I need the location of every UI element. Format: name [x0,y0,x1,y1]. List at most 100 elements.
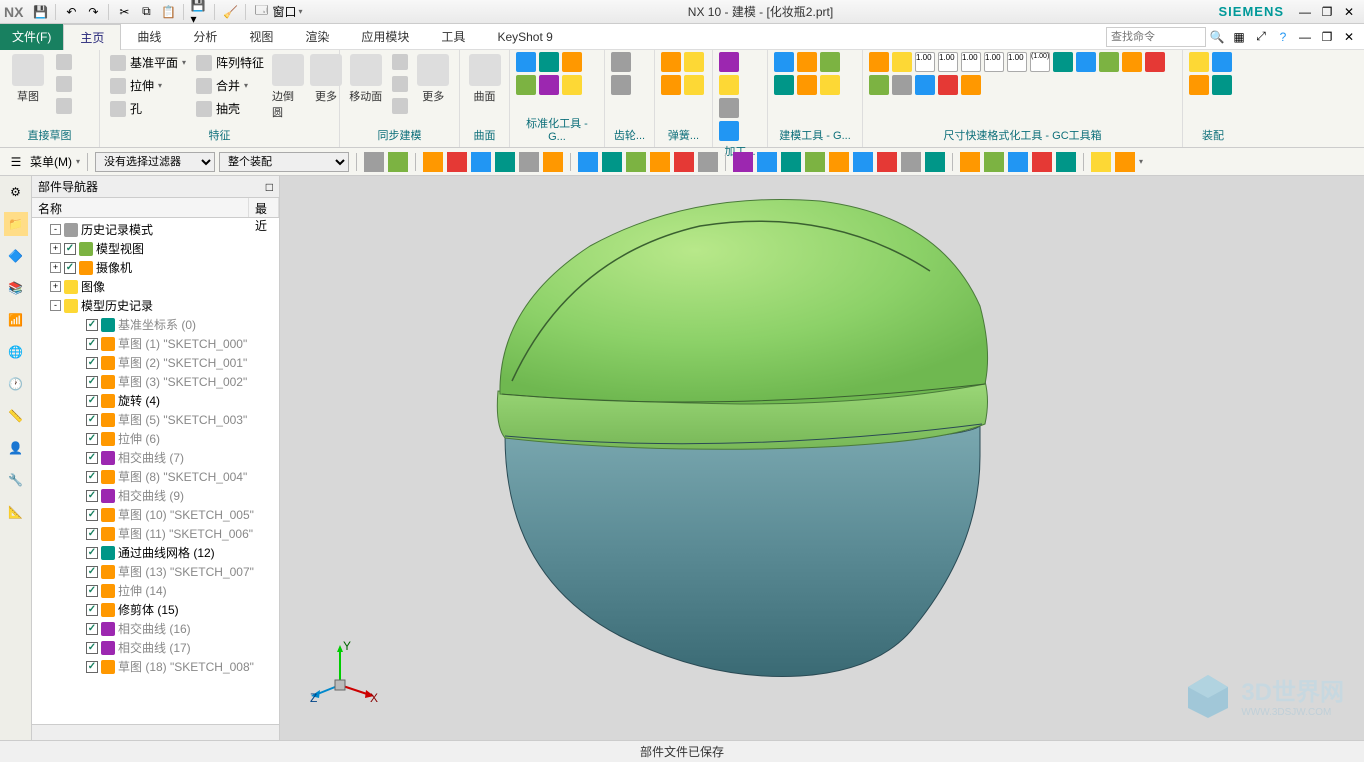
checkbox[interactable] [86,338,98,350]
tree-item[interactable]: 草图 (2) "SKETCH_001" [32,353,279,372]
window-label[interactable]: 窗口 [272,3,296,20]
col-recent[interactable]: 最近 [249,198,279,217]
drafting-icon[interactable]: 📐 [4,500,28,524]
paste-icon[interactable]: 📋 [159,3,177,21]
search-icon[interactable]: 🔍 [1207,27,1227,47]
expand-icon[interactable]: + [50,243,61,254]
checkbox[interactable] [86,433,98,445]
system-icon[interactable]: 🔧 [4,468,28,492]
viewport[interactable]: Y X Z 3D世界网 WWW.3DSJW.COM [280,176,1364,740]
shell[interactable]: 抽壳 [192,98,268,119]
roles-icon[interactable]: 👤 [4,436,28,460]
checkbox[interactable] [86,509,98,521]
checkbox[interactable] [86,414,98,426]
checkbox[interactable] [86,452,98,464]
window-icon[interactable]: 🗔 [252,3,270,21]
surface-button[interactable]: 曲面 [466,52,503,106]
filter-select[interactable]: 没有选择过滤器 [95,152,215,172]
constraint-icon[interactable]: 🔷 [4,244,28,268]
tree-item[interactable]: 拉伸 (14) [32,581,279,600]
datum-plane[interactable]: 基准平面▾ [106,52,190,73]
expand-icon[interactable]: + [50,262,61,273]
expand-icon[interactable]: - [50,300,61,311]
minimize-button[interactable]: — [1295,3,1315,21]
checkbox[interactable] [86,395,98,407]
reuse-icon[interactable]: 📚 [4,276,28,300]
settings-icon[interactable]: ⚙ [4,180,28,204]
tab-tools[interactable]: 工具 [425,24,481,50]
checkbox[interactable] [86,661,98,673]
moveface-button[interactable]: 移动面 [346,52,386,106]
expand-icon[interactable]: + [50,281,61,292]
sketch-sm1[interactable] [52,52,76,72]
tree-item[interactable]: +摄像机 [32,258,279,277]
tree-item[interactable]: 草图 (10) "SKETCH_005" [32,505,279,524]
checkbox[interactable] [86,490,98,502]
tree-item[interactable]: 草图 (13) "SKETCH_007" [32,562,279,581]
tree-item[interactable]: 草图 (8) "SKETCH_004" [32,467,279,486]
expand-icon[interactable]: ⤢ [1251,27,1271,47]
checkbox[interactable] [86,357,98,369]
history-icon[interactable]: 🕐 [4,372,28,396]
eraser-icon[interactable]: 🧹 [221,3,239,21]
tab-analysis[interactable]: 分析 [177,24,233,50]
search-input[interactable] [1106,27,1206,47]
tree-item[interactable]: 基准坐标系 (0) [32,315,279,334]
more1-button[interactable]: 更多 [308,52,344,106]
tree-item[interactable]: 相交曲线 (16) [32,619,279,638]
more2-button[interactable]: 更多 [414,52,454,106]
union[interactable]: 合并▾ [192,75,268,96]
tree-item[interactable]: +图像 [32,277,279,296]
tree-item[interactable]: 通过曲线网格 (12) [32,543,279,562]
file-menu[interactable]: 文件(F) [0,24,63,50]
tree-item[interactable]: 修剪体 (15) [32,600,279,619]
checkbox[interactable] [86,623,98,635]
cut-icon[interactable]: ✂ [115,3,133,21]
tree-item[interactable]: 相交曲线 (7) [32,448,279,467]
col-name[interactable]: 名称 [32,198,249,217]
checkbox[interactable] [86,547,98,559]
menu-dropdown-icon[interactable]: ☰ [6,152,26,172]
chamfer-button[interactable]: 边倒圆 [270,52,306,122]
undo-icon[interactable]: ↶ [62,3,80,21]
help-icon[interactable]: ? [1273,27,1293,47]
tree-item[interactable]: 相交曲线 (9) [32,486,279,505]
checkbox[interactable] [86,319,98,331]
extrude[interactable]: 拉伸▾ [106,75,190,96]
checkbox[interactable] [86,376,98,388]
tree-item[interactable]: 相交曲线 (17) [32,638,279,657]
tree-item[interactable]: 旋转 (4) [32,391,279,410]
checkbox[interactable] [86,566,98,578]
save-icon[interactable]: 💾 [31,3,49,21]
tab-keyshot[interactable]: KeyShot 9 [481,24,568,50]
checkbox[interactable] [64,262,76,274]
tab-view[interactable]: 视图 [233,24,289,50]
tab-app[interactable]: 应用模块 [345,24,425,50]
sketch-sm3[interactable] [52,96,76,116]
doc-close-button[interactable]: ✕ [1339,27,1359,47]
nav-tree[interactable]: -历史记录模式+模型视图+摄像机+图像-模型历史记录基准坐标系 (0)草图 (1… [32,218,279,724]
nav-close-icon[interactable]: □ [266,180,273,194]
tree-item[interactable]: 草图 (3) "SKETCH_002" [32,372,279,391]
redo-icon[interactable]: ↷ [84,3,102,21]
hd3d-icon[interactable]: 📶 [4,308,28,332]
tab-render[interactable]: 渲染 [289,24,345,50]
axis-triad[interactable]: Y X Z [310,640,380,710]
checkbox[interactable] [64,243,76,255]
checkbox[interactable] [86,585,98,597]
hole[interactable]: 孔 [106,98,190,119]
save2-icon[interactable]: 💾▾ [190,3,208,21]
tree-item[interactable]: 草图 (11) "SKETCH_006" [32,524,279,543]
nav-tab-icon[interactable]: 📁 [4,212,28,236]
measure-icon[interactable]: 📏 [4,404,28,428]
maximize-button[interactable]: ❐ [1317,3,1337,21]
tree-item[interactable]: -模型历史记录 [32,296,279,315]
tree-item[interactable]: -历史记录模式 [32,220,279,239]
pattern[interactable]: 阵列特征 [192,52,268,73]
copy-icon[interactable]: ⧉ [137,3,155,21]
tree-item[interactable]: 草图 (5) "SKETCH_003" [32,410,279,429]
checkbox[interactable] [86,604,98,616]
tree-item[interactable]: 拉伸 (6) [32,429,279,448]
doc-restore-button[interactable]: ❐ [1317,27,1337,47]
sketch-button[interactable]: 草图 [6,52,50,106]
